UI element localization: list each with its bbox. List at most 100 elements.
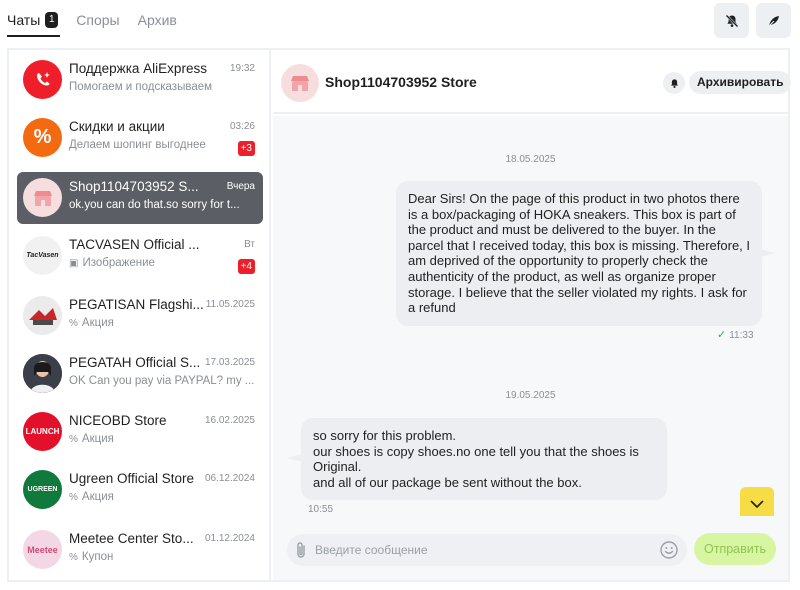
emoji-icon[interactable]: [659, 540, 679, 560]
bell-off-icon: [725, 14, 738, 27]
tab-chats-badge: 1: [45, 12, 59, 28]
message-input-box[interactable]: [287, 534, 687, 566]
archive-button[interactable]: Архивировать: [689, 71, 792, 94]
tab-disputes[interactable]: Споры: [76, 1, 119, 39]
conversation-avatar[interactable]: [281, 64, 319, 102]
avatar: TacVasen: [23, 236, 62, 275]
tab-archive-label: Архив: [137, 12, 177, 28]
chat-name: Shop1104703952 S...: [69, 179, 199, 194]
chat-subtitle: Помогаем и подсказываем: [69, 81, 213, 93]
chat-subtitle-text: Акция: [81, 433, 114, 445]
incoming-message[interactable]: so sorry for this problem. our shoes is …: [287, 418, 667, 501]
conversation-title[interactable]: Shop1104703952 Store: [325, 74, 477, 90]
conversation-header: Shop1104703952 Store Архивировать: [273, 50, 792, 114]
chat-subtitle: % Акция: [69, 317, 257, 329]
chat-name: PEGATAH Official S...: [69, 355, 201, 370]
chat-subtitle-text: Изображение: [82, 257, 155, 269]
unread-badge: +4: [237, 259, 255, 274]
chat-time: 19:32: [229, 63, 255, 74]
bell-icon: [670, 78, 678, 88]
tab-disputes-label: Споры: [76, 12, 120, 28]
top-bar: Чаты 1 Споры Архив: [0, 0, 800, 44]
percent-tag-icon: %: [69, 434, 78, 445]
messenger-frame: Поддержка AliExpress 19:32 Помогаем и по…: [7, 48, 792, 582]
chat-list[interactable]: Поддержка AliExpress 19:32 Помогаем и по…: [9, 50, 271, 580]
new-chat-button[interactable]: [756, 3, 791, 38]
incoming-message-line: and all of our package be sent without t…: [313, 474, 582, 490]
tab-chats-label: Чаты: [7, 12, 41, 28]
chat-time: 03:26: [229, 121, 255, 132]
message-area[interactable]: 18.05.2025 Dear Sirs! On the page of thi…: [273, 116, 788, 521]
chat-subtitle: % Акция: [69, 433, 257, 445]
avatar: Meetee: [23, 530, 62, 569]
chat-name: Ugreen Official Store: [69, 471, 195, 486]
tab-archive[interactable]: Архив: [138, 1, 177, 39]
tacvasen-logo-icon: TacVasen: [26, 252, 59, 259]
support-icon: [36, 71, 50, 85]
incoming-message-line: our shoes is copy shoes.no one tell you …: [313, 443, 639, 475]
chat-subtitle-text: Акция: [81, 317, 114, 329]
chat-time: 11.05.2025: [205, 299, 255, 310]
ugreen-logo-icon: UGREEN: [27, 486, 58, 493]
percent-tag-icon: %: [69, 492, 78, 503]
chat-name: TACVASEN Official ...: [69, 237, 200, 252]
avatar: %: [23, 118, 62, 157]
chat-item-discounts[interactable]: % Скидки и акции 03:26 Делаем шопинг выг…: [17, 112, 263, 164]
incoming-message-time: 10:55: [308, 504, 334, 515]
date-separator: 18.05.2025: [505, 154, 556, 165]
chat-item-ugreen[interactable]: UGREEN Ugreen Official Store 06.12.2024 …: [17, 464, 263, 516]
percent-icon: %: [33, 126, 52, 148]
chat-item-meetee[interactable]: Meetee Meetee Center Sto... 01.12.2024 %…: [17, 524, 263, 576]
avatar: [23, 60, 62, 99]
paperclip-icon[interactable]: [295, 540, 307, 560]
chat-time: 17.03.2025: [204, 357, 255, 368]
chat-subtitle: % Купон: [69, 551, 257, 563]
checkmark-icon: ✓: [717, 329, 727, 341]
person-photo-icon: [23, 354, 62, 393]
chat-item-shop1104703952[interactable]: Shop1104703952 S... Вчера ok.you can do …: [17, 172, 263, 224]
outgoing-message-time: ✓ 11:33: [717, 328, 754, 341]
chat-item-aliexpress-support[interactable]: Поддержка AliExpress 19:32 Помогаем и по…: [17, 54, 263, 106]
unread-badge: +3: [237, 141, 255, 156]
store-icon: [291, 76, 309, 91]
chat-subtitle: ok.you can do that.so sorry for t...: [69, 199, 240, 211]
image-icon: ▣: [69, 258, 79, 269]
avatar: [23, 354, 62, 393]
avatar: UGREEN: [23, 470, 62, 509]
launch-logo-icon: LAUNCH: [25, 427, 60, 436]
percent-tag-icon: %: [69, 552, 78, 563]
chat-time: Вчера: [226, 181, 255, 192]
tab-chats[interactable]: Чаты 1: [7, 1, 61, 39]
date-separator: 19.05.2025: [505, 390, 556, 401]
feather-icon: [768, 15, 779, 26]
send-button[interactable]: Отправить: [694, 533, 776, 565]
chat-item-pegatah[interactable]: PEGATAH Official S... 17.03.2025 OK Can …: [17, 348, 263, 400]
conversation-panel: Shop1104703952 Store Архивировать 18.05.…: [273, 50, 792, 580]
chat-item-tacvasen[interactable]: TacVasen TACVASEN Official ... Вт ▣ Изобр…: [17, 230, 263, 282]
chat-subtitle: Делаем шопинг выгоднее: [69, 139, 206, 151]
avatar: LAUNCH: [23, 412, 62, 451]
chat-item-niceobd[interactable]: LAUNCH NICEOBD Store 16.02.2025 % Акция: [17, 406, 263, 458]
pegatisan-logo-icon: [23, 296, 62, 335]
chat-subtitle-text: Акция: [81, 491, 114, 503]
mute-notifications-button[interactable]: [714, 3, 749, 38]
message-composer: Отправить: [273, 516, 788, 580]
chat-subtitle-text: Купон: [81, 551, 114, 563]
chat-subtitle: % Акция: [69, 491, 257, 503]
chat-item-pegatisan[interactable]: PEGATISAN Flagshi... 11.05.2025 % Акция: [17, 290, 263, 342]
chat-name: NICEOBD Store: [69, 413, 167, 428]
outgoing-message[interactable]: Dear Sirs! On the page of this product i…: [396, 181, 776, 326]
chat-time: 01.12.2024: [204, 533, 255, 544]
avatar: [23, 296, 62, 335]
avatar: [23, 178, 62, 217]
message-input[interactable]: [315, 540, 645, 560]
chat-name: Meetee Center Sto...: [69, 531, 194, 546]
notifications-button[interactable]: [663, 72, 685, 94]
incoming-message-line: so sorry for this problem.: [313, 428, 457, 443]
chat-time: 06.12.2024: [204, 473, 255, 484]
meetee-logo-icon: Meetee: [27, 544, 58, 555]
store-icon: [33, 190, 52, 206]
chat-name: PEGATISAN Flagshi...: [69, 297, 204, 312]
tab-bar: Чаты 1 Споры Архив: [7, 0, 195, 40]
chat-time: Вт: [244, 239, 255, 250]
